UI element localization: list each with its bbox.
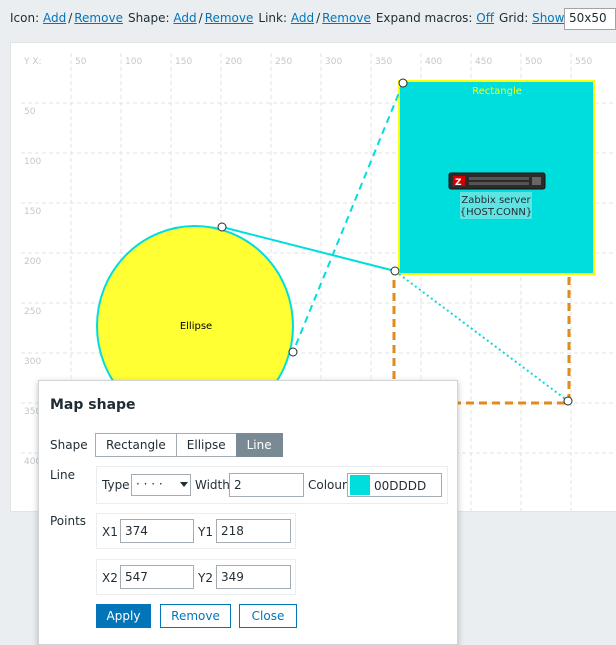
apply-button[interactable]: Apply xyxy=(96,604,151,628)
host-macro: {HOST.CONN} xyxy=(460,207,532,218)
y2-label: Y2 xyxy=(198,571,213,585)
line-type-value: · · · · xyxy=(136,477,163,491)
point-2-box: X2 Y2 xyxy=(96,559,296,595)
separator: / xyxy=(316,11,321,25)
y1-label: Y1 xyxy=(198,525,213,539)
shape-option-rectangle[interactable]: Rectangle xyxy=(95,433,177,457)
host-element[interactable]: Z Zabbix server {HOST.CONN} xyxy=(448,172,546,219)
remove-button[interactable]: Remove xyxy=(160,604,231,628)
x-tick: 400 xyxy=(425,57,442,67)
x-axis-ticks: 50 100 150 200 250 300 350 400 450 500 5… xyxy=(75,57,592,67)
expand-macros-toggle[interactable]: Off xyxy=(476,11,494,25)
x-tick: 450 xyxy=(475,57,492,67)
x-tick: 150 xyxy=(175,57,192,67)
map-shape-dialog: Map shape Shape Rectangle Ellipse Line L… xyxy=(38,380,458,645)
y-tick: 250 xyxy=(24,307,41,317)
y-tick: 50 xyxy=(24,107,36,117)
expand-macros-controls: Expand macros: Off xyxy=(376,11,494,25)
line-width-input[interactable] xyxy=(229,473,304,497)
x-tick: 200 xyxy=(225,57,242,67)
y1-input[interactable] xyxy=(216,519,291,543)
x-tick: 550 xyxy=(575,57,592,67)
shape-add-link[interactable]: Add xyxy=(173,11,196,25)
link-add-link[interactable]: Add xyxy=(291,11,314,25)
icon-label: Icon: xyxy=(10,11,40,25)
x-tick: 100 xyxy=(125,57,142,67)
point-1-box: X1 Y1 xyxy=(96,513,296,549)
y2-input[interactable] xyxy=(216,565,291,589)
y-tick: 300 xyxy=(24,357,41,367)
separator: / xyxy=(198,11,203,25)
x-tick: 350 xyxy=(375,57,392,67)
y-tick: 150 xyxy=(24,207,41,217)
x-tick: 500 xyxy=(525,57,542,67)
ellipse-label: Ellipse xyxy=(180,321,212,332)
line-handle[interactable] xyxy=(217,222,227,232)
y-tick: 100 xyxy=(24,157,41,167)
points-label: Points xyxy=(50,514,87,528)
colour-label: Colour xyxy=(308,478,347,492)
x1-label: X1 xyxy=(102,525,118,539)
colour-value: 00DDDD xyxy=(374,479,427,493)
shape-label: Shape: xyxy=(127,11,170,25)
rectangle-label: Rectangle xyxy=(472,86,522,97)
shape-label: Shape xyxy=(50,438,88,452)
expand-macros-label: Expand macros: xyxy=(375,11,473,25)
host-name: Zabbix server xyxy=(461,195,531,206)
map-toolbar: Icon: Add / Remove Shape: Add / Remove Link:… xyxy=(0,0,616,36)
close-button[interactable]: Close xyxy=(239,604,297,628)
server-icon: Z xyxy=(448,172,546,190)
line-start-handle[interactable] xyxy=(390,266,400,276)
x-tick: 300 xyxy=(325,57,342,67)
line-type-select[interactable]: · · · · xyxy=(131,474,191,496)
grid-label: Grid: xyxy=(499,11,529,25)
x2-label: X2 xyxy=(102,571,118,585)
line-section-label: Line xyxy=(50,468,76,482)
colour-picker[interactable]: 00DDDD xyxy=(347,473,442,497)
x2-input[interactable] xyxy=(120,565,194,589)
dashed-link-line[interactable] xyxy=(292,82,404,353)
grid-size-select[interactable]: 50x50 xyxy=(564,8,616,30)
line-end-handle[interactable] xyxy=(563,396,573,406)
line-settings-box: Type · · · · Width Colour 00DDDD xyxy=(96,466,448,504)
line-handle[interactable] xyxy=(398,78,408,88)
shape-type-selector: Rectangle Ellipse Line xyxy=(95,433,283,457)
link-label: Link: xyxy=(258,11,288,25)
line-handle[interactable] xyxy=(288,347,298,357)
x-tick: 250 xyxy=(275,57,292,67)
y-tick: 200 xyxy=(24,257,41,267)
icon-controls: Icon: Add / Remove xyxy=(10,11,123,25)
dialog-title: Map shape xyxy=(50,397,136,413)
link-controls: Link: Add / Remove xyxy=(258,11,370,25)
x1-input[interactable] xyxy=(120,519,194,543)
x-tick: 50 xyxy=(75,57,87,67)
icon-remove-link[interactable]: Remove xyxy=(74,11,123,25)
type-label: Type xyxy=(102,478,130,492)
link-remove-link[interactable]: Remove xyxy=(322,11,371,25)
width-label: Width xyxy=(195,478,230,492)
chevron-down-icon xyxy=(180,482,188,487)
shape-controls: Shape: Add / Remove xyxy=(128,11,253,25)
shape-option-line[interactable]: Line xyxy=(235,433,283,457)
shape-option-ellipse[interactable]: Ellipse xyxy=(175,433,237,457)
icon-add-link[interactable]: Add xyxy=(43,11,66,25)
shape-remove-link[interactable]: Remove xyxy=(205,11,254,25)
colour-swatch[interactable] xyxy=(350,475,370,495)
axis-corner-label: Y X: xyxy=(23,57,42,67)
svg-text:Z: Z xyxy=(455,178,462,188)
